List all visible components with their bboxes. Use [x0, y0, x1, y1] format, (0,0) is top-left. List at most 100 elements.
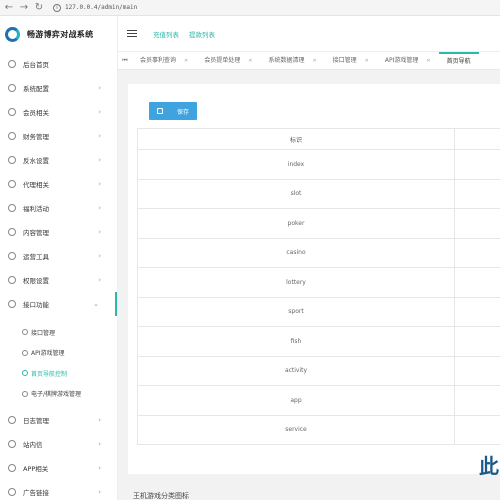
sidebar-item-label: 财务管理: [23, 133, 49, 141]
sidebar-item-home[interactable]: 后台首页: [0, 52, 117, 76]
table-cell: poker: [138, 209, 455, 238]
close-icon[interactable]: ✕: [312, 58, 316, 64]
tab-scroll-left-icon[interactable]: ⏮: [118, 57, 132, 65]
table-cell: app: [138, 386, 455, 415]
logo-icon: [5, 26, 20, 42]
close-icon[interactable]: ✕: [184, 58, 188, 64]
sidebar-item-content[interactable]: 内容管理 ›: [0, 220, 117, 244]
sidebar-item-label: 接口功能: [23, 301, 49, 309]
chevron-right-icon: ›: [98, 416, 101, 424]
sidebar-subitem-label: 首页导航控制: [31, 370, 68, 378]
agent-icon: [8, 180, 16, 188]
close-icon[interactable]: ✕: [426, 58, 430, 64]
tab-member-orders[interactable]: 会员提单处理 ✕: [196, 52, 260, 69]
sidebar-item-label: 运营工具: [23, 253, 49, 261]
sidebar-item-app[interactable]: APP相关 ›: [0, 456, 117, 480]
sidebar-item-label: 日志管理: [23, 417, 49, 425]
tab-bar: ⏮ 会员事利查询 ✕ 会员提单处理 ✕ 系统数据清理 ✕ 接口管理 ✕ API游戏管理 ✕…: [118, 52, 500, 70]
sidebar-item-agents[interactable]: 代理相关 ›: [0, 172, 117, 196]
sidebar-subitem-home-nav[interactable]: 首页导航控制: [0, 363, 117, 384]
settings-icon: [8, 84, 16, 92]
sidebar-subitem-api-games[interactable]: API游戏管理: [0, 343, 117, 364]
sidebar-subitem-game-management[interactable]: 电子/棋牌游戏管理: [0, 384, 117, 405]
close-icon[interactable]: ✕: [365, 58, 369, 64]
tab-label: 首页导航: [446, 57, 471, 65]
chevron-right-icon: ›: [98, 464, 101, 472]
tab-api-games[interactable]: API游戏管理 ✕: [377, 52, 439, 69]
tab-member-query[interactable]: 会员事利查询 ✕: [132, 52, 196, 69]
tab-home-nav[interactable]: 首页导航: [438, 52, 479, 69]
sidebar-item-interfaces[interactable]: 接口功能 ⌄: [0, 292, 117, 316]
sidebar-item-label: APP相关: [23, 465, 49, 473]
sidebar-item-ops-tools[interactable]: 运营工具 ›: [0, 244, 117, 268]
sidebar: 畅游博弈对战系统 后台首页 系统配置 › 会员相关 › 财务管理 › 反水设置 › 代理…: [0, 16, 118, 500]
chevron-right-icon: ›: [98, 204, 101, 212]
sidebar-item-logs[interactable]: 日志管理 ›: [0, 408, 117, 432]
link-icon: [22, 329, 28, 336]
column-header-identifier: 标识: [138, 129, 455, 149]
sidebar-item-messages[interactable]: 站内信 ›: [0, 432, 117, 456]
chevron-right-icon: ›: [98, 276, 101, 284]
chevron-right-icon: ›: [98, 180, 101, 188]
sidebar-item-promotions[interactable]: 福利活动 ›: [0, 196, 117, 220]
chevron-right-icon: ›: [98, 156, 101, 164]
table-row: casino: [138, 238, 500, 268]
sidebar-subitem-interface-management[interactable]: 接口管理: [0, 322, 117, 343]
header-link-withdrawals[interactable]: 提款列表: [189, 29, 215, 39]
tab-label: 系统数据清理: [268, 56, 305, 64]
forward-arrow-icon[interactable]: →: [18, 1, 30, 15]
sidebar-item-system-config[interactable]: 系统配置 ›: [0, 76, 117, 100]
sidebar-item-finance[interactable]: 财务管理 ›: [0, 124, 117, 148]
sidebar-item-rebate[interactable]: 反水设置 ›: [0, 148, 117, 172]
tab-interface-management[interactable]: 接口管理 ✕: [325, 52, 377, 69]
app-logo[interactable]: 畅游博弈对战系统: [0, 16, 117, 52]
chevron-right-icon: ›: [98, 84, 101, 92]
tab-data-cleanup[interactable]: 系统数据清理 ✕: [260, 52, 324, 69]
nav-table: 标识 index slot poker casino lottery sport…: [137, 128, 500, 445]
tab-label: 会员事利查询: [140, 56, 177, 64]
reload-icon[interactable]: ↻: [33, 1, 45, 15]
log-icon: [8, 416, 16, 424]
table-cell: index: [138, 150, 455, 179]
chevron-right-icon: ›: [98, 132, 101, 140]
sidebar-item-permissions[interactable]: 权限设置 ›: [0, 268, 117, 292]
sidebar-menu: 后台首页 系统配置 › 会员相关 › 财务管理 › 反水设置 › 代理相关 › 福利活动 ›…: [0, 52, 117, 316]
sidebar-item-label: 代理相关: [23, 181, 49, 189]
table-row: index: [138, 150, 500, 180]
table-row: app: [138, 386, 500, 416]
chevron-right-icon: ›: [98, 440, 101, 448]
column-header-empty: [455, 129, 500, 149]
sidebar-item-label: 福利活动: [23, 205, 49, 213]
sidebar-item-ads[interactable]: 广告链接 ›: [0, 480, 117, 504]
sidebar-item-members[interactable]: 会员相关 ›: [0, 100, 117, 124]
table-row: activity: [138, 356, 500, 386]
sidebar-item-label: 后台首页: [23, 61, 49, 69]
table-row: sport: [138, 297, 500, 327]
hamburger-menu-icon[interactable]: [127, 30, 137, 37]
save-button-label: 保存: [176, 108, 189, 116]
home-icon: [8, 60, 16, 68]
chevron-right-icon: ›: [98, 252, 101, 260]
close-icon[interactable]: ✕: [248, 58, 252, 64]
sidebar-item-label: 权限设置: [23, 277, 49, 285]
app-title: 畅游博弈对战系统: [27, 29, 94, 39]
sidebar-item-label: 反水设置: [23, 157, 49, 165]
table-cell: activity: [138, 356, 455, 385]
address-bar[interactable]: i 127.0.0.4/admin/main: [53, 3, 137, 12]
back-arrow-icon[interactable]: ←: [3, 1, 15, 15]
table-cell: casino: [138, 238, 455, 267]
table-cell: lottery: [138, 268, 455, 297]
app-icon: [8, 464, 16, 472]
finance-icon: [8, 132, 16, 140]
ad-icon: [8, 488, 16, 496]
url-text[interactable]: 127.0.0.4/admin/main: [65, 4, 137, 11]
save-button[interactable]: 保存: [149, 102, 197, 120]
sidebar-subitem-label: API游戏管理: [31, 350, 65, 358]
tab-label: 接口管理: [332, 56, 357, 64]
gift-icon: [8, 204, 16, 212]
link-icon: [22, 349, 28, 356]
sidebar-item-label: 会员相关: [23, 109, 49, 117]
sidebar-subitem-label: 电子/棋牌游戏管理: [31, 391, 82, 399]
top-header: 充值列表 提款列表: [118, 16, 500, 52]
header-link-deposits[interactable]: 充值列表: [153, 29, 179, 39]
